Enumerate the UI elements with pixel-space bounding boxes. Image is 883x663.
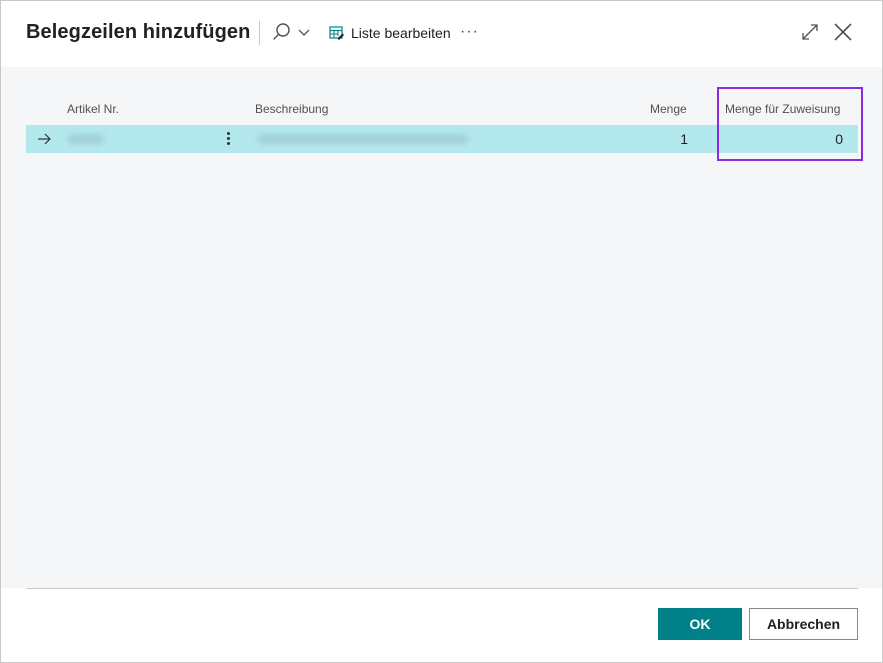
edit-list-label: Liste bearbeiten	[351, 25, 451, 41]
row-menu-button[interactable]	[222, 130, 234, 148]
footer-divider	[26, 588, 858, 589]
more-options-button[interactable]: ···	[460, 23, 479, 41]
beschreibung-cell[interactable]	[258, 134, 468, 144]
column-header-beschreibung[interactable]: Beschreibung	[255, 102, 328, 116]
column-header-menge[interactable]: Menge	[650, 102, 687, 116]
column-header-menge-fuer-zuweisung[interactable]: Menge für Zuweisung	[725, 102, 840, 116]
search-icon	[273, 23, 310, 40]
chevron-down-icon	[298, 29, 310, 36]
dialog: Belegzeilen hinzufügen Liste bearbeiten …	[0, 0, 883, 663]
header-separator	[259, 21, 260, 45]
search-button[interactable]	[271, 21, 315, 45]
close-button[interactable]	[833, 22, 853, 42]
edit-list-button[interactable]: Liste bearbeiten	[329, 21, 451, 45]
list-content: Artikel Nr. Beschreibung Menge Menge für…	[1, 67, 882, 588]
expand-icon	[802, 24, 818, 40]
table-row[interactable]: 1 0	[26, 125, 858, 153]
menge-cell[interactable]: 1	[646, 131, 688, 147]
arrow-right-icon	[38, 133, 51, 145]
ok-button[interactable]: OK	[658, 608, 742, 640]
dialog-title: Belegzeilen hinzufügen	[26, 21, 251, 43]
dialog-header: Belegzeilen hinzufügen Liste bearbeiten …	[1, 1, 882, 67]
menge-fuer-zuweisung-cell[interactable]: 0	[786, 131, 843, 147]
close-icon	[834, 23, 852, 41]
edit-table-icon	[329, 26, 344, 40]
column-header-artikel-nr[interactable]: Artikel Nr.	[67, 102, 119, 116]
kebab-icon	[226, 132, 230, 135]
cancel-button[interactable]: Abbrechen	[749, 608, 858, 640]
expand-button[interactable]	[801, 23, 819, 41]
artikel-nr-cell[interactable]	[68, 134, 104, 144]
